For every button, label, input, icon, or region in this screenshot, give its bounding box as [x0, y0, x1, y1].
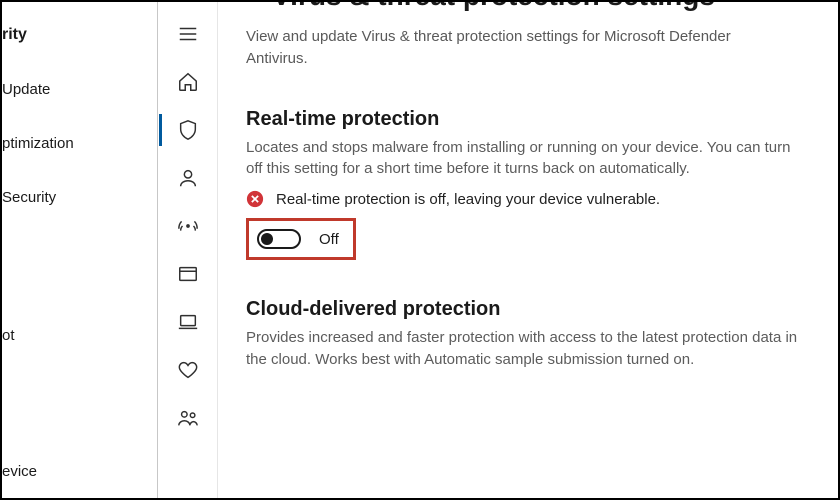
- sidebar-item-update[interactable]: Update: [2, 68, 157, 110]
- laptop-icon[interactable]: [159, 298, 217, 346]
- toggle-knob: [261, 233, 273, 245]
- heart-icon[interactable]: [159, 346, 217, 394]
- error-icon: [246, 190, 264, 208]
- page-subtitle: View and update Virus & threat protectio…: [246, 26, 766, 70]
- home-icon[interactable]: [159, 58, 217, 106]
- sidebar-item-windows-security[interactable]: Security: [2, 176, 157, 218]
- realtime-toggle-label: Off: [319, 231, 339, 248]
- security-icon-rail: [158, 2, 218, 498]
- sidebar-spacer: [2, 218, 157, 314]
- wifi-icon[interactable]: [159, 202, 217, 250]
- realtime-warning-row: Real-time protection is off, leaving you…: [246, 190, 806, 208]
- realtime-heading: Real-time protection: [246, 108, 806, 131]
- family-icon[interactable]: [159, 394, 217, 442]
- realtime-toggle-callout: Off: [246, 218, 356, 260]
- menu-icon[interactable]: [159, 10, 217, 58]
- realtime-toggle[interactable]: [257, 229, 301, 249]
- content-area: Virus & threat protection settings View …: [218, 2, 838, 498]
- sidebar-item-security-header[interactable]: rity: [2, 14, 157, 56]
- settings-sidebar-partial: rity Update ptimization Security ot evic…: [2, 2, 158, 498]
- realtime-warning-text: Real-time protection is off, leaving you…: [276, 191, 660, 208]
- cloud-description: Provides increased and faster protection…: [246, 327, 806, 371]
- section-realtime-protection: Real-time protection Locates and stops m…: [246, 108, 806, 261]
- sidebar-spacer: [2, 164, 157, 176]
- window-icon[interactable]: [159, 250, 217, 298]
- sidebar-item-troubleshoot[interactable]: ot: [2, 314, 157, 356]
- realtime-description: Locates and stops malware from installin…: [246, 137, 806, 181]
- window-root: rity Update ptimization Security ot evic…: [0, 0, 840, 500]
- sidebar-item-optimization[interactable]: ptimization: [2, 122, 157, 164]
- cloud-heading: Cloud-delivered protection: [246, 298, 806, 321]
- sidebar-spacer: [2, 110, 157, 122]
- page-title: Virus & threat protection settings: [246, 2, 814, 12]
- sidebar-spacer: [2, 56, 157, 68]
- sidebar-item-device[interactable]: evice: [2, 450, 37, 492]
- page-title-text: Virus & threat protection settings: [272, 2, 715, 11]
- section-cloud-protection: Cloud-delivered protection Provides incr…: [246, 298, 806, 371]
- shield-icon[interactable]: [159, 106, 217, 154]
- person-icon[interactable]: [159, 154, 217, 202]
